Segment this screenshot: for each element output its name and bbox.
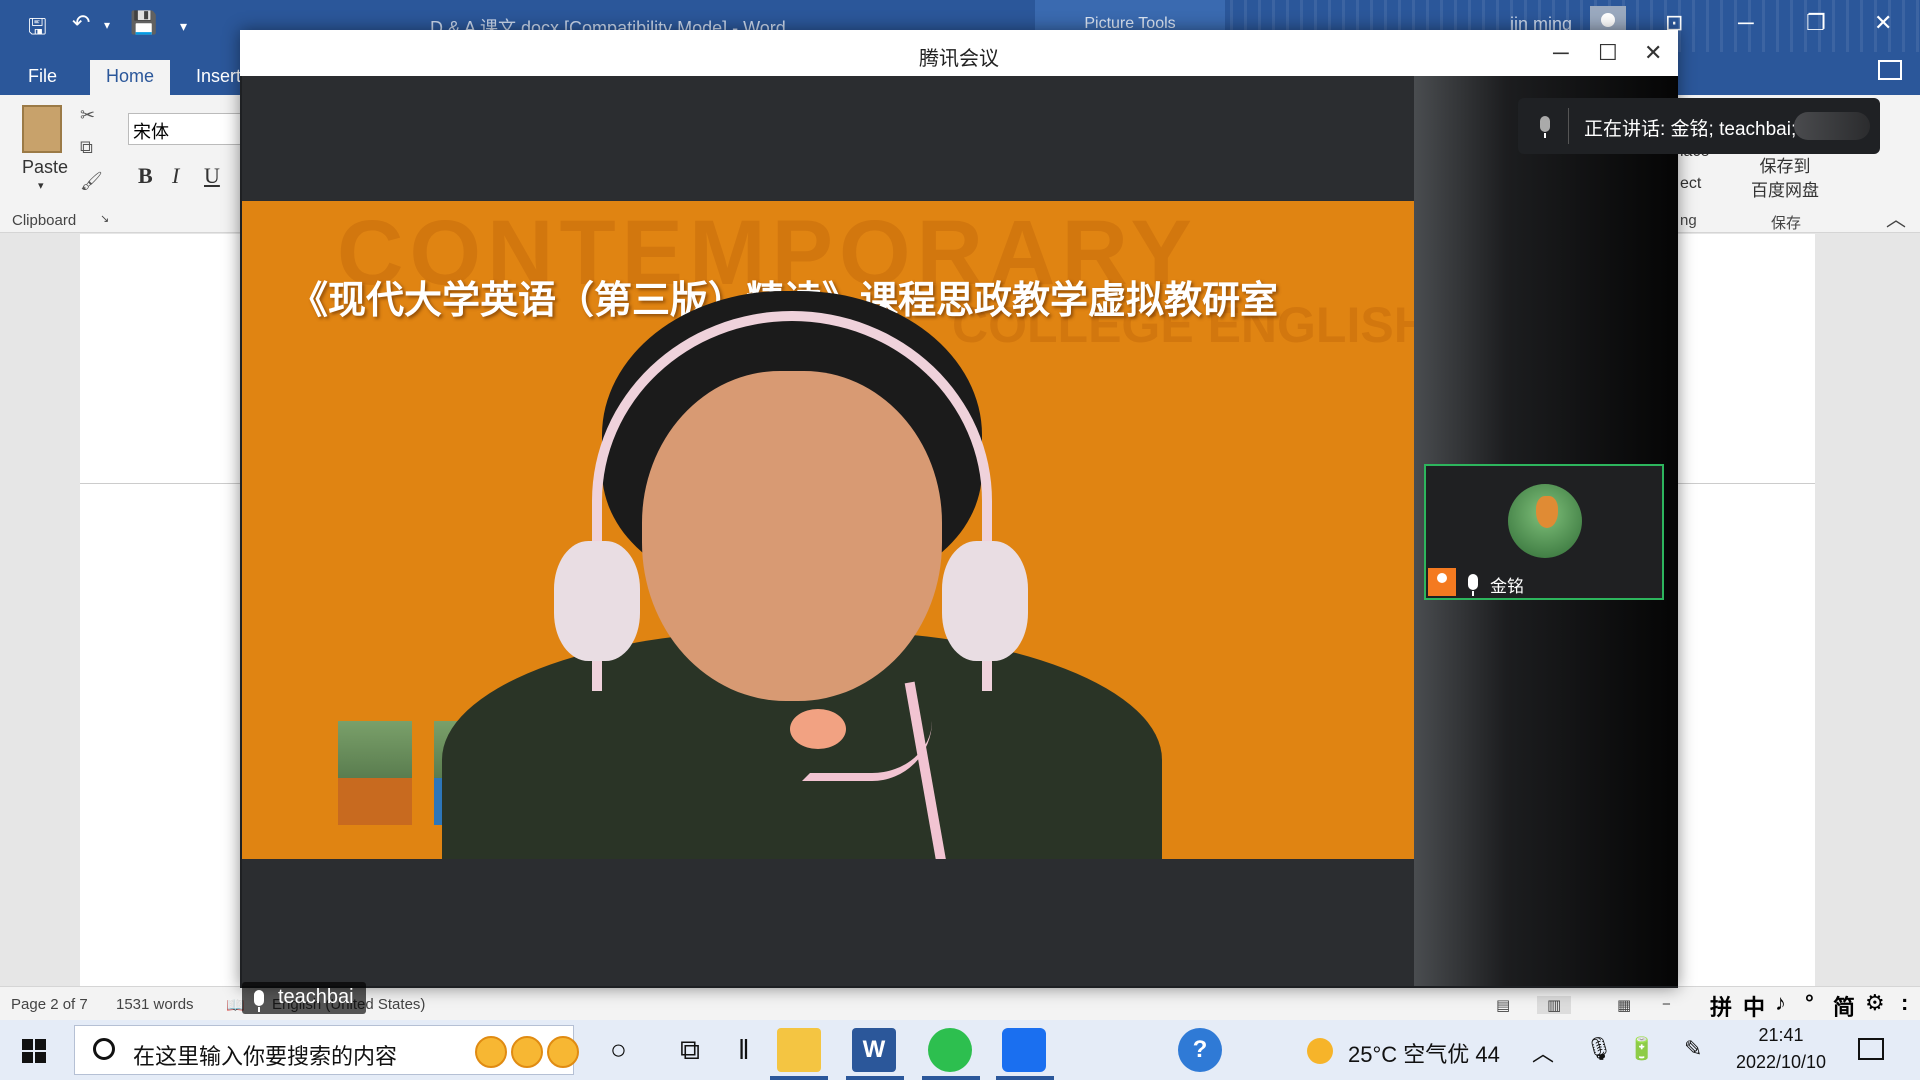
word-close-icon[interactable]: ✕ bbox=[1874, 10, 1892, 36]
undo-icon[interactable]: ↶ bbox=[72, 10, 90, 36]
tab-home[interactable]: Home bbox=[90, 60, 171, 95]
meeting-title: 腾讯会议 bbox=[919, 48, 999, 70]
speaker-name: teachbai bbox=[278, 986, 354, 1008]
copy-icon[interactable]: ⧉ bbox=[80, 137, 93, 158]
editing-group-label: ng bbox=[1680, 212, 1697, 229]
emoji-laugh-icon[interactable] bbox=[475, 1036, 507, 1068]
file-explorer-active-bar bbox=[770, 1076, 828, 1080]
speaker-video[interactable]: CONTEMPORARY COLLEGE ENGLISH 《现代大学英语（第三版… bbox=[242, 201, 1414, 859]
save-group-label: 保存 bbox=[1771, 215, 1802, 232]
read-mode-icon[interactable]: ▤ bbox=[1496, 996, 1510, 1014]
wechat-active-bar bbox=[922, 1076, 980, 1080]
clipboard-group-label: Clipboard bbox=[12, 212, 77, 229]
word-restore-icon[interactable]: ❐ bbox=[1806, 10, 1826, 36]
search-placeholder: 在这里输入你要搜索的内容 bbox=[133, 1044, 398, 1069]
customize-toolbar-icon[interactable]: ▾ bbox=[180, 18, 187, 35]
clock-time[interactable]: 21:41 bbox=[1726, 1025, 1836, 1046]
undo-dropdown-icon[interactable]: ▾ bbox=[104, 18, 110, 32]
tab-file[interactable]: File bbox=[12, 60, 73, 95]
ime-half-width-icon[interactable]: ♪ bbox=[1775, 990, 1786, 1016]
paste-icon[interactable] bbox=[22, 105, 62, 153]
paste-dropdown-icon[interactable]: ▾ bbox=[38, 179, 44, 192]
emoji-blush-icon[interactable] bbox=[547, 1036, 579, 1068]
bold-button[interactable]: B bbox=[138, 163, 153, 189]
save-to-baidu-label: 保存到 百度网盘 bbox=[1751, 157, 1819, 200]
file-explorer-icon[interactable] bbox=[777, 1028, 821, 1072]
format-painter-icon[interactable]: 🖌 bbox=[80, 171, 103, 192]
headset-band bbox=[592, 311, 992, 691]
tencent-meeting-icon[interactable] bbox=[1002, 1028, 1046, 1072]
meeting-maximize-icon[interactable]: ☐ bbox=[1598, 40, 1618, 66]
clipboard-launcher-icon[interactable]: ↘ bbox=[100, 212, 109, 225]
ime-toolbar: 拼 中 ♪ ° 简 ⚙ : bbox=[1705, 988, 1920, 1020]
mic-icon bbox=[254, 990, 264, 1012]
save-icon[interactable]: 💾 bbox=[130, 10, 157, 36]
underline-button[interactable]: U bbox=[204, 163, 220, 189]
emoji-neutral-icon[interactable] bbox=[511, 1036, 543, 1068]
select-button[interactable]: ect bbox=[1680, 175, 1701, 193]
meeting-titlebar: 腾讯会议 ─ ☐ ✕ bbox=[240, 30, 1678, 76]
save-to-baidu-button[interactable]: 保存到 百度网盘 bbox=[1740, 155, 1830, 203]
participant-panel: 金铭 bbox=[1414, 76, 1678, 986]
comments-icon[interactable] bbox=[1878, 60, 1902, 80]
word-count[interactable]: 1531 words bbox=[116, 996, 194, 1013]
pen-icon[interactable]: ✎ bbox=[1684, 1036, 1702, 1062]
ime-chinese-mode[interactable]: 中 bbox=[1743, 990, 1765, 1022]
toast-divider bbox=[1568, 108, 1569, 144]
speaking-text: 正在讲话: 金铭; teachbai; bbox=[1584, 119, 1797, 140]
word-app-icon[interactable]: W bbox=[852, 1028, 896, 1072]
word-active-bar bbox=[846, 1076, 904, 1080]
ime-punctuation-icon[interactable]: ° bbox=[1805, 990, 1814, 1016]
page-count[interactable]: Page 2 of 7 bbox=[11, 996, 88, 1013]
windows-taskbar: 在这里输入你要搜索的内容 ○ ⧉ ‖ W ? 25°C 空气优 44 ︿ 🎙 🔋… bbox=[0, 1020, 1920, 1080]
speaking-indicator: 正在讲话: 金铭; teachbai; bbox=[1518, 98, 1880, 154]
participant-mic-icon bbox=[1468, 574, 1478, 596]
speaker-name-tag: teachbai bbox=[242, 982, 366, 1014]
headset-earcup-right bbox=[942, 541, 1028, 661]
redacted-name bbox=[1794, 112, 1870, 140]
textbook-image-1 bbox=[338, 721, 412, 825]
headset-mic-tip bbox=[790, 709, 846, 749]
meeting-close-icon[interactable]: ✕ bbox=[1644, 40, 1662, 66]
avatar-bird-icon bbox=[1536, 496, 1558, 528]
cut-icon[interactable]: ✂ bbox=[80, 105, 95, 126]
italic-button[interactable]: I bbox=[172, 163, 179, 189]
microphone-tray-icon[interactable]: 🎙 bbox=[1585, 1036, 1613, 1062]
battery-icon[interactable]: 🔋 bbox=[1628, 1036, 1655, 1062]
tray-overflow-icon[interactable]: ︿ bbox=[1532, 1036, 1554, 1068]
headset-earcup-left bbox=[554, 541, 640, 661]
meeting-minimize-icon[interactable]: ─ bbox=[1553, 40, 1569, 66]
weather-text[interactable]: 25°C 空气优 44 bbox=[1348, 1037, 1500, 1069]
help-icon[interactable]: ? bbox=[1178, 1028, 1222, 1072]
clock-date[interactable]: 2022/10/10 bbox=[1726, 1052, 1836, 1073]
host-badge-icon bbox=[1428, 568, 1456, 596]
search-icon bbox=[93, 1038, 115, 1060]
cortana-icon[interactable]: ○ bbox=[610, 1034, 627, 1066]
ime-more-icon[interactable]: : bbox=[1901, 990, 1908, 1016]
paste-label[interactable]: Paste bbox=[22, 157, 68, 178]
weather-sun-icon[interactable] bbox=[1307, 1038, 1333, 1064]
print-layout-icon[interactable]: ▥ bbox=[1537, 996, 1572, 1014]
autosave-icon[interactable]: 🖫 bbox=[28, 10, 47, 48]
participant-name: 金铭 bbox=[1490, 577, 1524, 596]
tencent-meeting-active-bar bbox=[996, 1076, 1054, 1080]
zoom-out-icon[interactable]: − bbox=[1662, 996, 1671, 1013]
tencent-meeting-window: 腾讯会议 ─ ☐ ✕ CONTEMPORARY COLLEGE ENGLISH … bbox=[240, 30, 1678, 1014]
ime-settings-icon[interactable]: ⚙ bbox=[1865, 990, 1885, 1016]
taskbar-search-box[interactable]: 在这里输入你要搜索的内容 bbox=[74, 1025, 579, 1075]
participant-tile[interactable]: 金铭 bbox=[1424, 464, 1664, 600]
speaking-mic-icon bbox=[1540, 116, 1550, 138]
windows-start-icon[interactable] bbox=[22, 1039, 46, 1063]
main-video-area[interactable]: CONTEMPORARY COLLEGE ENGLISH 《现代大学英语（第三版… bbox=[242, 76, 1414, 1014]
web-layout-icon[interactable]: ▦ bbox=[1617, 996, 1631, 1014]
wechat-icon[interactable] bbox=[928, 1028, 972, 1072]
taskbar-separator: ‖ bbox=[738, 1034, 750, 1065]
collapse-ribbon-icon[interactable]: ︿ bbox=[1886, 203, 1906, 232]
ime-simplified-mode[interactable]: 简 bbox=[1833, 990, 1855, 1022]
ime-pinyin-icon[interactable]: 拼 bbox=[1710, 990, 1732, 1022]
notification-center-icon[interactable] bbox=[1858, 1038, 1884, 1060]
task-view-icon[interactable]: ⧉ bbox=[680, 1034, 700, 1067]
word-minimize-icon[interactable]: ─ bbox=[1738, 10, 1754, 36]
